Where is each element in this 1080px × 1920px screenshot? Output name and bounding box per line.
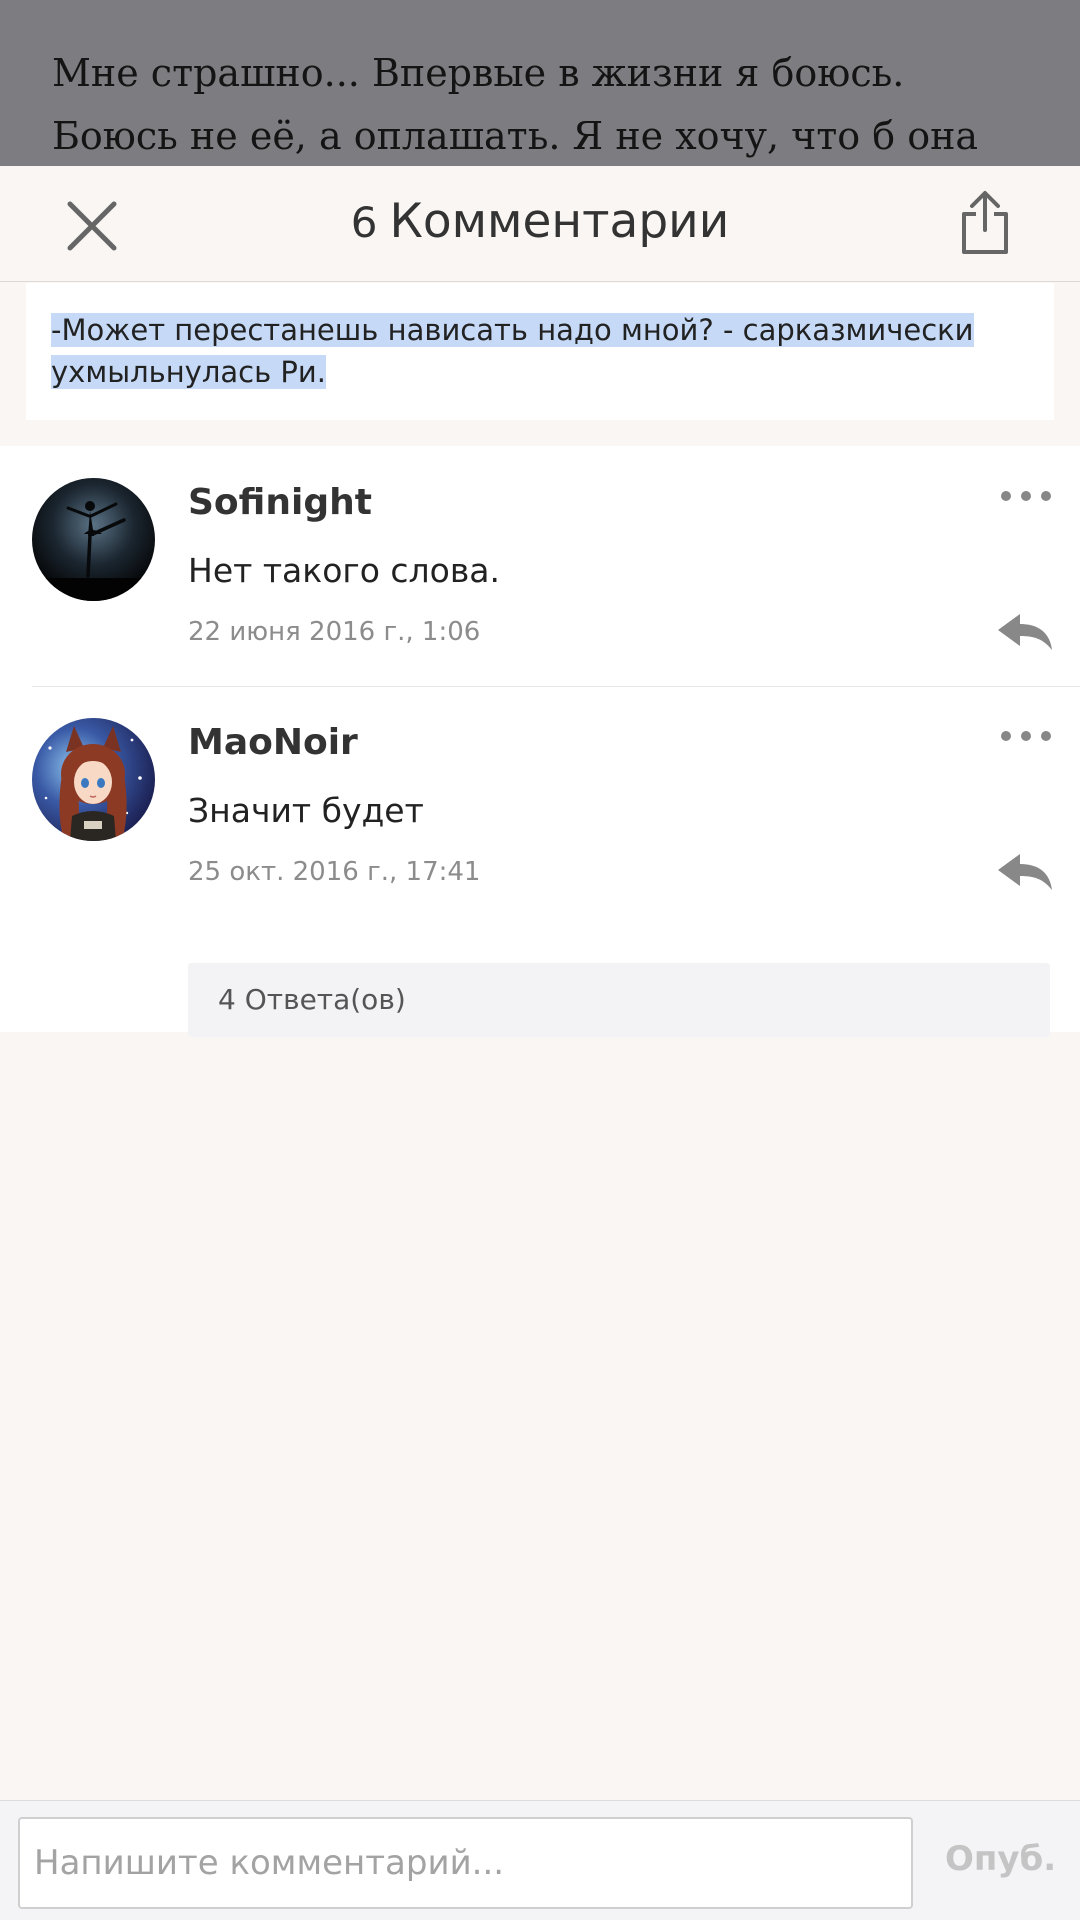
comment-composer: Опуб. <box>0 1800 1080 1920</box>
page-title: 6 Комментарии <box>0 194 1080 249</box>
comment-text: Значит будет <box>188 791 424 830</box>
comment-item: Sofinight Нет такого слова. 22 июня 2016… <box>0 446 1080 686</box>
more-options-icon[interactable] <box>1000 728 1052 744</box>
reader-text-line: Боюсь не её, а оплашать. Я не хочу, что … <box>52 114 979 158</box>
comment-timestamp: 22 июня 2016 г., 1:06 <box>188 617 481 647</box>
avatar[interactable] <box>32 478 155 601</box>
avatar[interactable] <box>32 718 155 841</box>
view-replies-button[interactable]: 4 Ответа(ов) <box>188 963 1050 1037</box>
title-label: Комментарии <box>389 194 730 249</box>
quote-text: -Может перестанешь нависать надо мной? -… <box>51 309 1031 393</box>
comment-author[interactable]: Sofinight <box>188 482 372 523</box>
reply-icon[interactable] <box>996 852 1054 892</box>
comment-author[interactable]: MaoNoir <box>188 722 358 763</box>
comment-item: MaoNoir Значит будет 25 окт. 2016 г., 17… <box>0 686 1080 1037</box>
reply-icon[interactable] <box>996 612 1054 652</box>
reader-text-line: Мне страшно... Впервые в жизни я боюсь. <box>52 51 905 95</box>
replies-label: 4 Ответа(ов) <box>218 983 406 1016</box>
quote-line: -Может перестанешь нависать надо мной? -… <box>51 313 974 347</box>
comment-timestamp: 25 окт. 2016 г., 17:41 <box>188 857 481 887</box>
more-options-icon[interactable] <box>1000 488 1052 504</box>
comment-text: Нет такого слова. <box>188 551 501 590</box>
comments-header: 6 Комментарии <box>0 166 1080 282</box>
share-icon[interactable] <box>958 190 1012 256</box>
publish-button[interactable]: Опуб. <box>945 1839 1056 1879</box>
reader-background: Мне страшно... Впервые в жизни я боюсь. … <box>0 0 1080 166</box>
quote-line: ухмыльнулась Ри. <box>51 355 326 389</box>
comment-count: 6 <box>350 198 378 247</box>
comment-input[interactable] <box>18 1817 913 1909</box>
quoted-passage: -Может перестанешь нависать надо мной? -… <box>26 283 1054 420</box>
comment-list: Sofinight Нет такого слова. 22 июня 2016… <box>0 446 1080 1037</box>
